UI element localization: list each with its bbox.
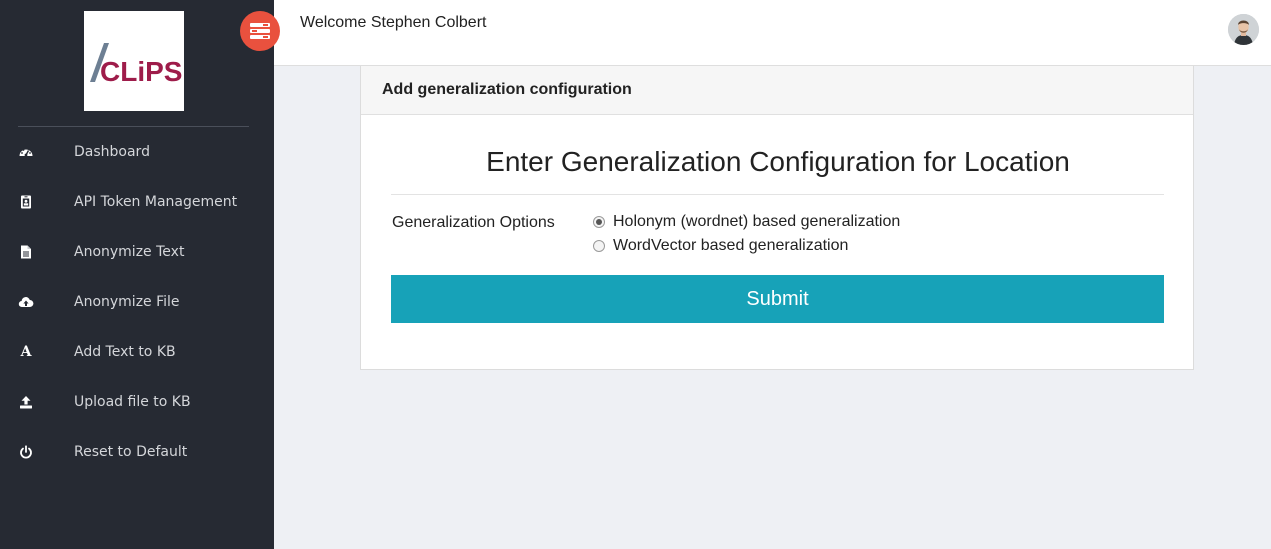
sidebar-item-anonymize-text[interactable]: Anonymize Text	[0, 227, 274, 277]
top-bar: Welcome Stephen Colbert	[274, 0, 1271, 66]
dashboard-icon	[18, 144, 34, 160]
sidebar-item-upload-file-to-kb[interactable]: Upload file to KB	[0, 377, 274, 427]
wordvector-radio-label[interactable]: WordVector based generalization	[613, 237, 848, 255]
sidebar: CLiPS Dashboard API Token Management Ano…	[0, 0, 274, 549]
card-header: Add generalization configuration	[361, 66, 1193, 115]
sidebar-item-label: Add Text to KB	[74, 344, 176, 360]
file-text-icon	[18, 244, 34, 260]
sidebar-item-anonymize-file[interactable]: Anonymize File	[0, 277, 274, 327]
font-a-icon: A	[20, 344, 32, 360]
cloud-upload-icon	[18, 294, 34, 310]
sidebar-item-label: Anonymize Text	[74, 244, 185, 260]
sidebar-item-label: Dashboard	[74, 144, 150, 160]
menu-toggle-icon	[250, 23, 270, 39]
user-avatar-icon	[1228, 14, 1259, 45]
holonym-radio-label[interactable]: Holonym (wordnet) based generalization	[613, 213, 900, 231]
wordvector-radio[interactable]	[593, 240, 605, 252]
power-icon	[18, 444, 34, 460]
logo-text: CLiPS	[100, 56, 182, 87]
sidebar-item-reset-to-default[interactable]: Reset to Default	[0, 427, 274, 477]
sidebar-item-dashboard[interactable]: Dashboard	[0, 127, 274, 177]
sidebar-item-label: Reset to Default	[74, 444, 188, 460]
title-divider	[391, 194, 1164, 195]
sidebar-item-label: Upload file to KB	[74, 394, 191, 410]
generalization-options-label: Generalization Options	[392, 214, 555, 231]
sidebar-item-api-token-management[interactable]: API Token Management	[0, 177, 274, 227]
holonym-radio[interactable]	[593, 216, 605, 228]
sidebar-item-label: API Token Management	[74, 194, 238, 210]
id-badge-icon	[18, 194, 34, 210]
sidebar-toggle-button[interactable]	[240, 11, 280, 51]
clips-logo-graphic: CLiPS	[90, 43, 182, 87]
clips-logo[interactable]: CLiPS	[84, 11, 184, 111]
sidebar-item-label: Anonymize File	[74, 294, 180, 310]
sidebar-item-add-text-to-kb[interactable]: A Add Text to KB	[0, 327, 274, 377]
page-title: Enter Generalization Configuration for L…	[486, 146, 1070, 177]
generalization-config-card: Add generalization configuration Enter G…	[360, 66, 1194, 370]
upload-icon	[18, 394, 34, 410]
user-avatar[interactable]	[1228, 14, 1259, 45]
submit-button[interactable]: Submit	[391, 275, 1164, 323]
welcome-message: Welcome Stephen Colbert	[300, 14, 487, 31]
sidebar-nav: Dashboard API Token Management Anonymize…	[0, 127, 274, 477]
